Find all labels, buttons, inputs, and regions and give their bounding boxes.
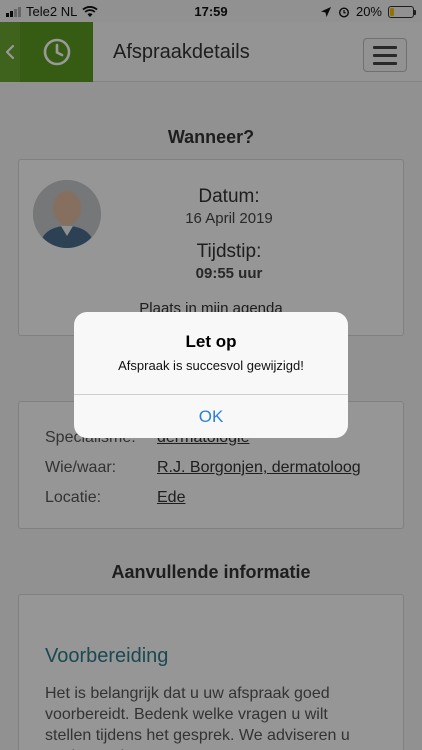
ok-button[interactable]: OK xyxy=(74,394,348,438)
dialog-message: Afspraak is succesvol gewijzigd! xyxy=(118,358,304,373)
dialog-title: Let op xyxy=(185,332,237,351)
alert-dialog: Let op Afspraak is succesvol gewijzigd! … xyxy=(74,312,348,438)
